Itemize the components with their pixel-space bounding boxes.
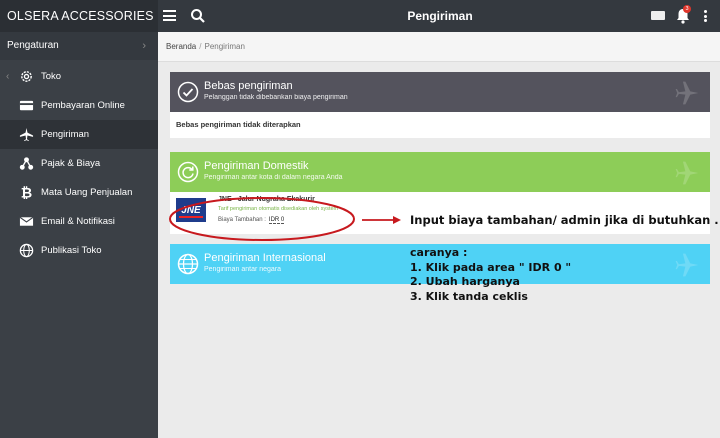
sidebar-item-pengiriman[interactable]: Pengiriman xyxy=(0,120,158,149)
chevron-left-icon: ‹ xyxy=(6,71,10,82)
free-shipping-title: Bebas pengiriman xyxy=(204,80,293,92)
domestic-shipping-title: Pengiriman Domestik xyxy=(204,160,309,172)
svg-text:JNE: JNE xyxy=(181,205,201,216)
envelope-icon xyxy=(19,216,34,226)
hamburger-menu-icon[interactable] xyxy=(163,10,176,21)
globe-icon xyxy=(19,243,34,258)
sidebar-item-label: Mata Uang Penjualan xyxy=(41,187,133,198)
globe-icon xyxy=(177,253,199,275)
credit-card-icon xyxy=(19,100,34,111)
keyboard-icon[interactable] xyxy=(651,11,665,20)
breadcrumb-current: Pengiriman xyxy=(204,42,245,51)
annotation-step-1: 1. Klik pada area " IDR 0 " xyxy=(410,260,572,274)
additional-fee: Biaya Tambahan : IDR 0 xyxy=(218,217,285,224)
courier-name: JNE - Jalur Nugraha Ekakurir xyxy=(218,196,315,203)
chevron-right-icon: › xyxy=(142,40,146,52)
sidebar-item-label: Pajak & Biaya xyxy=(41,158,101,169)
search-icon[interactable] xyxy=(190,8,206,24)
airplane-icon xyxy=(675,161,699,185)
sidebar: Pengaturan › ‹ Toko Pembayaran Online Pe… xyxy=(0,32,158,438)
bitcoin-icon: ₿ xyxy=(21,186,32,200)
breadcrumb-home[interactable]: Beranda xyxy=(166,42,196,51)
additional-fee-label: Biaya Tambahan : xyxy=(218,217,266,223)
sidebar-header-label: Pengaturan xyxy=(7,40,59,51)
jne-logo: JNE xyxy=(176,198,206,222)
breadcrumb: Beranda / Pengiriman xyxy=(158,32,720,62)
main-content: Beranda / Pengiriman Bebas pengiriman Pela… xyxy=(158,32,720,438)
sidebar-item-mata-uang[interactable]: ₿ Mata Uang Penjualan xyxy=(0,178,158,207)
domestic-shipping-header[interactable]: Pengiriman Domestik Pengiriman antar kot… xyxy=(170,152,710,192)
sidebar-item-label: Email & Notifikasi xyxy=(41,216,115,227)
additional-fee-input[interactable]: IDR 0 xyxy=(268,217,285,224)
sidebar-item-pajak-biaya[interactable]: Pajak & Biaya xyxy=(0,149,158,178)
airplane-icon xyxy=(19,127,34,142)
gear-icon xyxy=(21,71,32,82)
courier-subtitle: Tarif pengiriman otomatis disediakan ole… xyxy=(218,206,339,212)
annotation-steps: caranya : 1. Klik pada area " IDR 0 " 2.… xyxy=(410,246,571,304)
page-title: Pengiriman xyxy=(407,9,473,23)
annotation-step-3: 3. Klik tanda ceklis xyxy=(410,289,528,303)
sidebar-item-label: Toko xyxy=(41,71,62,82)
sidebar-item-publikasi-toko[interactable]: Publikasi Toko xyxy=(0,236,158,265)
sidebar-item-label: Publikasi Toko xyxy=(41,245,102,256)
refresh-circle-icon xyxy=(177,161,199,183)
sidebar-header[interactable]: Pengaturan › xyxy=(0,32,158,60)
notification-badge: 3 xyxy=(683,5,691,13)
domestic-shipping-subtitle: Pengiriman antar kota di dalam negara An… xyxy=(204,174,343,181)
sidebar-item-pembayaran-online[interactable]: Pembayaran Online xyxy=(0,91,158,120)
top-bar: OLSERA ACCESSORIES Pengiriman 3 xyxy=(0,0,720,32)
svg-text:₿: ₿ xyxy=(21,186,32,200)
annotation-steps-title: caranya : xyxy=(410,246,468,259)
annotation-step-2: 2. Ubah harganya xyxy=(410,275,520,288)
annotation-main: Input biaya tambahan/ admin jika di butu… xyxy=(410,213,719,227)
free-shipping-header[interactable]: Bebas pengiriman Pelanggan tidak dibeban… xyxy=(170,72,710,112)
free-shipping-card: Bebas pengiriman Pelanggan tidak dibeban… xyxy=(170,72,710,138)
airplane-icon xyxy=(675,81,699,105)
free-shipping-subtitle: Pelanggan tidak dibebankan biaya pengiri… xyxy=(204,94,348,101)
sidebar-item-label: Pengiriman xyxy=(41,129,90,140)
airplane-icon xyxy=(675,253,699,277)
sitemap-icon xyxy=(19,157,34,170)
sidebar-item-label: Pembayaran Online xyxy=(41,100,125,111)
more-menu-icon[interactable] xyxy=(704,10,707,24)
sidebar-item-toko[interactable]: ‹ Toko xyxy=(0,62,158,91)
check-circle-icon xyxy=(177,81,199,103)
free-shipping-status: Bebas pengiriman tidak diterapkan xyxy=(170,112,710,138)
store-name: OLSERA ACCESSORIES xyxy=(0,0,158,32)
sidebar-item-email-notifikasi[interactable]: Email & Notifikasi xyxy=(0,207,158,236)
